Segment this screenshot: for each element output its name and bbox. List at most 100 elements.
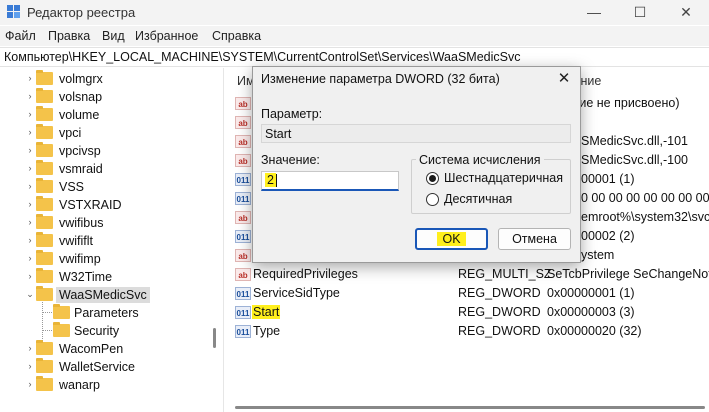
base-group-title: Система исчисления [416, 153, 544, 167]
tree-scroll-thumb[interactable] [213, 328, 216, 348]
chevron-down-icon[interactable]: ⌄ [25, 289, 35, 299]
tree-item-vstxraid[interactable]: › VSTXRAID [0, 196, 223, 214]
dialog-close-button[interactable]: ✕ [554, 70, 574, 88]
value-row-type[interactable]: 011 Type REG_DWORD 0x00000020 (32) [229, 322, 709, 341]
chevron-right-icon[interactable]: › [25, 361, 35, 371]
radio-hex-label[interactable]: Шестнадцатеричная [444, 171, 563, 185]
chevron-right-icon[interactable]: › [25, 343, 35, 353]
tree-item-w32time[interactable]: › W32Time [0, 268, 223, 286]
minimize-button[interactable]: — [571, 0, 617, 25]
value-row-start[interactable]: 011 Start REG_DWORD 0x00000003 (3) [229, 303, 709, 322]
value-data: emroot%\system32\svch [581, 210, 709, 224]
chevron-right-icon[interactable]: › [25, 379, 35, 389]
tree-item-label: Security [74, 324, 120, 338]
tree-item-vsmraid[interactable]: › vsmraid [0, 160, 223, 178]
value-name: Type [253, 324, 281, 338]
menu-view[interactable]: Вид [102, 29, 125, 43]
maximize-button[interactable]: ☐ [617, 0, 663, 25]
folder-icon [36, 196, 53, 211]
tree-item-walletservice[interactable]: › WalletService [0, 358, 223, 376]
tree-item-label: vwifimp [59, 252, 101, 266]
radio-decimal-label[interactable]: Десятичная [444, 192, 512, 206]
value-data: ystem [581, 248, 615, 262]
tree-item-vpcivsp[interactable]: › vpcivsp [0, 142, 223, 160]
values-scroll-thumb[interactable] [235, 406, 705, 409]
value-label: Значение: [261, 153, 320, 167]
value-data: 0 00 00 00 00 00 00 00 [581, 191, 709, 205]
value-data: SMedicSvc.dll,-100 [581, 153, 688, 167]
address-path[interactable]: Компьютер\HKEY_LOCAL_MACHINE\SYSTEM\Curr… [4, 50, 520, 64]
string-value-icon: ab [235, 268, 251, 281]
tree-scrollbar[interactable] [210, 68, 220, 412]
folder-icon [53, 304, 70, 319]
folder-icon [36, 340, 53, 355]
value-data: 0x00000001 (1) [547, 286, 635, 300]
value-row-requiredprivileges[interactable]: ab RequiredPrivileges REG_MULTI_SZ SeTcb… [229, 265, 709, 284]
title-bar: Редактор реестра — ☐ ✕ [0, 0, 709, 25]
dword-value-icon: 011 [235, 173, 251, 186]
cancel-button[interactable]: Отмена [498, 228, 571, 250]
tree-item-waasmedicsvc[interactable]: ⌄ WaaSMedicSvc [0, 286, 223, 304]
value-data-input[interactable]: 2 [261, 171, 399, 191]
tree-item-vss[interactable]: › VSS [0, 178, 223, 196]
folder-icon [36, 376, 53, 391]
value-data: 0x00000020 (32) [547, 324, 642, 338]
dword-value-icon: 011 [235, 325, 251, 338]
tree-item-label: volmgrx [59, 72, 103, 86]
value-row-servicesidtype[interactable]: 011 ServiceSidType REG_DWORD 0x00000001 … [229, 284, 709, 303]
tree-item-wacompen[interactable]: › WacomPen [0, 340, 223, 358]
chevron-right-icon[interactable]: › [25, 217, 35, 227]
regedit-app-icon [7, 5, 21, 19]
chevron-right-icon[interactable]: › [25, 109, 35, 119]
tree-item-label: vwifibus [59, 216, 104, 230]
chevron-right-icon[interactable]: › [25, 163, 35, 173]
value-name: Start [252, 305, 281, 319]
tree-item-vpci[interactable]: › vpci [0, 124, 223, 142]
chevron-right-icon[interactable]: › [25, 127, 35, 137]
dword-value-icon: 011 [235, 287, 251, 300]
folder-icon [53, 322, 70, 337]
tree-item-volsnap[interactable]: › volsnap [0, 88, 223, 106]
tree-item-vwififlt[interactable]: › vwififlt [0, 232, 223, 250]
chevron-right-icon[interactable]: › [25, 145, 35, 155]
chevron-right-icon[interactable]: › [25, 235, 35, 245]
tree-item-volmgrx[interactable]: › volmgrx [0, 70, 223, 88]
chevron-right-icon[interactable]: › [25, 199, 35, 209]
menu-file[interactable]: Файл [5, 29, 36, 43]
menu-favorites[interactable]: Избранное [135, 29, 198, 43]
tree-item-parameters[interactable]: Parameters [0, 304, 223, 322]
tree-item-label: WalletService [59, 360, 135, 374]
tree-item-label: WacomPen [59, 342, 124, 356]
value-name: RequiredPrivileges [253, 267, 358, 281]
window-title: Редактор реестра [27, 5, 136, 20]
values-scrollbar[interactable] [229, 402, 709, 412]
tree-item-vwifimp[interactable]: › vwifimp [0, 250, 223, 268]
menu-edit[interactable]: Правка [48, 29, 90, 43]
string-value-icon: ab [235, 249, 251, 262]
ok-button[interactable]: OK [415, 228, 488, 250]
address-bar[interactable]: Компьютер\HKEY_LOCAL_MACHINE\SYSTEM\Curr… [0, 47, 709, 67]
registry-tree[interactable]: › volmgrx › volsnap › volume › vpci › vp… [0, 68, 224, 412]
tree-item-label: VSTXRAID [59, 198, 122, 212]
tree-item-volume[interactable]: › volume [0, 106, 223, 124]
chevron-right-icon[interactable]: › [25, 271, 35, 281]
tree-item-vwifibus[interactable]: › vwifibus [0, 214, 223, 232]
string-value-icon: ab [235, 135, 251, 148]
tree-item-label: W32Time [59, 270, 113, 284]
menu-help[interactable]: Справка [212, 29, 261, 43]
chevron-right-icon[interactable]: › [25, 73, 35, 83]
dword-value-icon: 011 [235, 306, 251, 319]
value-type: REG_MULTI_SZ [458, 267, 552, 281]
tree-item-label: volume [59, 108, 100, 122]
tree-item-label: volsnap [59, 90, 103, 104]
radio-hex[interactable] [426, 172, 439, 185]
radio-decimal[interactable] [426, 193, 439, 206]
value-data: 00001 (1) [581, 172, 635, 186]
close-window-button[interactable]: ✕ [663, 0, 709, 25]
menu-bar: Файл Правка Вид Избранное Справка [0, 26, 709, 46]
tree-item-security[interactable]: Security [0, 322, 223, 340]
tree-item-wanarp[interactable]: › wanarp [0, 376, 223, 394]
chevron-right-icon[interactable]: › [25, 253, 35, 263]
chevron-right-icon[interactable]: › [25, 91, 35, 101]
chevron-right-icon[interactable]: › [25, 181, 35, 191]
